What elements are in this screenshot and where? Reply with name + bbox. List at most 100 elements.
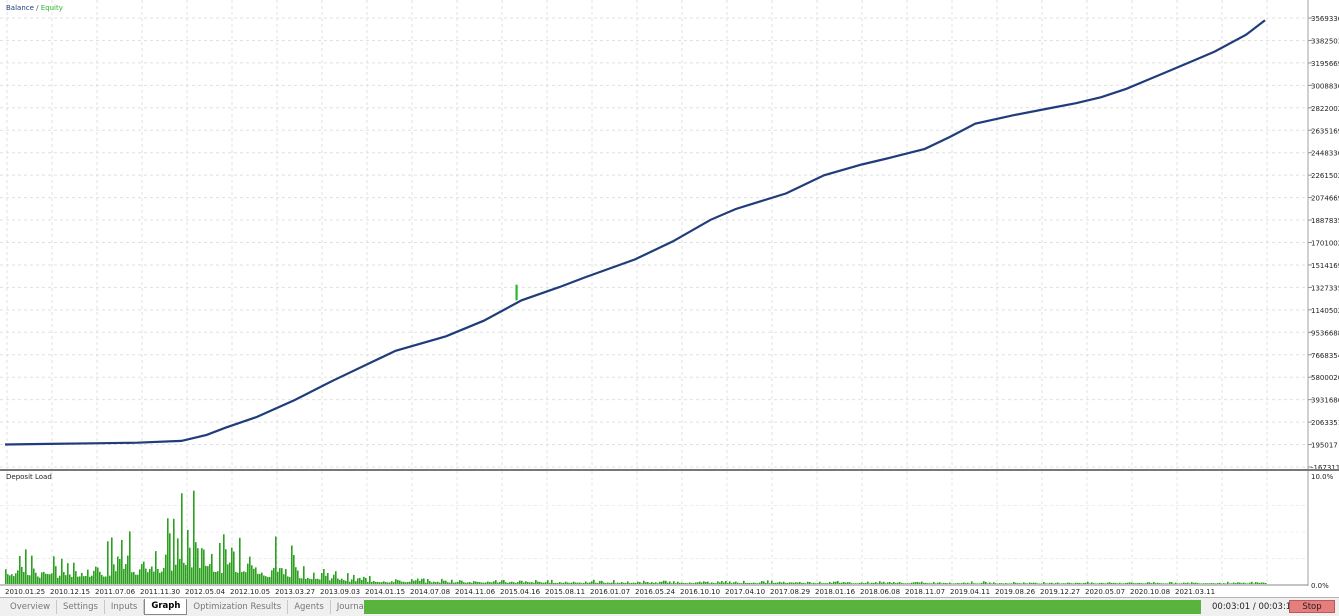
deposit-bar (1035, 582, 1037, 584)
deposit-bar (719, 582, 721, 584)
deposit-bar (293, 555, 295, 584)
deposit-bar (1221, 583, 1223, 585)
deposit-bar (709, 583, 711, 584)
deposit-bar (1159, 583, 1161, 584)
deposit-bar (1001, 583, 1003, 584)
deposit-load-chart[interactable]: 10.0% 0.0% 2010.01.25 2010.12.15 2011.07.0… (0, 471, 1339, 597)
deposit-bar (1171, 582, 1173, 584)
deposit-bar (621, 582, 623, 584)
deposit-bar (235, 572, 237, 584)
deposit-bar (103, 576, 105, 584)
tab-agents[interactable]: Agents (288, 600, 331, 614)
deposit-bar (43, 571, 45, 584)
deposit-bar (985, 581, 987, 584)
deposit-bar (615, 583, 617, 584)
deposit-bar (449, 582, 451, 584)
deposit-bar (503, 580, 505, 584)
deposit-bar (1243, 582, 1245, 584)
deposit-bar (133, 572, 135, 584)
deposit-bar (607, 582, 609, 584)
deposit-bar (17, 570, 19, 584)
deposit-bar (501, 580, 503, 584)
deposit-bar (1009, 583, 1011, 584)
x-tick-label: 2013.09.03 (320, 588, 360, 596)
deposit-bar (937, 582, 939, 584)
deposit-bar (1007, 583, 1009, 585)
stop-button[interactable]: Stop (1289, 600, 1335, 613)
deposit-bar (1033, 582, 1035, 584)
deposit-bar (1215, 583, 1217, 585)
tab-optimization-results[interactable]: Optimization Results (187, 600, 289, 614)
deposit-bar (627, 581, 629, 584)
deposit-bar (95, 566, 97, 584)
deposit-bar (195, 542, 197, 584)
deposit-bar (123, 568, 125, 584)
deposit-bar (85, 576, 87, 584)
deposit-bar (619, 582, 621, 584)
deposit-bar (629, 583, 631, 584)
deposit-bar (187, 529, 189, 584)
deposit-bar (193, 490, 195, 584)
deposit-bar (1247, 583, 1249, 584)
deposit-bar (371, 581, 373, 584)
deposit-bar (271, 570, 273, 584)
deposit-bar (517, 582, 519, 584)
tab-settings[interactable]: Settings (57, 600, 105, 614)
deposit-bar (253, 568, 255, 584)
deposit-bar (749, 583, 751, 584)
deposit-bar (395, 579, 397, 584)
deposit-bar (1207, 583, 1209, 584)
deposit-bar (913, 582, 915, 584)
tester-tabs: Overview Settings Inputs Graph Optimizat… (4, 598, 372, 616)
tab-overview[interactable]: Overview (4, 600, 58, 614)
deposit-bar (727, 582, 729, 584)
deposit-bar (715, 583, 717, 584)
deposit-bar (821, 583, 823, 584)
deposit-bar (929, 583, 931, 584)
deposit-bar (597, 583, 599, 584)
deposit-bar (851, 583, 853, 584)
deposit-bar (847, 582, 849, 584)
deposit-bar (1019, 583, 1021, 584)
y-tick-label: 31956696 (1311, 60, 1339, 68)
deposit-bar (747, 583, 749, 584)
deposit-bar (1023, 582, 1025, 584)
deposit-bar (975, 583, 977, 584)
deposit-bar (387, 582, 389, 584)
deposit-bar (981, 582, 983, 584)
deposit-bar (125, 564, 127, 584)
deposit-bar (949, 582, 951, 584)
tab-graph[interactable]: Graph (144, 599, 188, 615)
deposit-bar (359, 577, 361, 584)
deposit-bar (101, 574, 103, 584)
deposit-bar (553, 583, 555, 584)
deposit-bar (1051, 582, 1053, 584)
y-axis: 35693364 33825030 31956696 30088362 28220028… (1308, 15, 1339, 471)
y-tick-label: 11405022 (1311, 307, 1339, 315)
deposit-bar (907, 583, 909, 584)
deposit-bar (691, 583, 693, 584)
deposit-bar (365, 577, 367, 584)
deposit-bar (505, 582, 507, 584)
deposit-bar (671, 583, 673, 584)
deposit-bar (229, 562, 231, 584)
tab-inputs[interactable]: Inputs (105, 600, 145, 614)
balance-equity-chart[interactable]: 35693364 33825030 31956696 30088362 28220028… (0, 0, 1339, 471)
deposit-bar (443, 580, 445, 584)
deposit-bar (865, 582, 867, 584)
deposit-bar (1041, 583, 1043, 584)
deposit-bar (99, 571, 101, 584)
deposit-bar (265, 576, 267, 584)
deposit-bar (139, 569, 141, 584)
deposit-bar (1245, 583, 1247, 584)
deposit-bar (745, 583, 747, 584)
deposit-bar (1081, 583, 1083, 584)
deposit-bar (97, 567, 99, 584)
deposit-bar (453, 582, 455, 584)
deposit-bar (955, 583, 957, 584)
legend-balance: Balance (6, 4, 34, 12)
deposit-bar (457, 582, 459, 584)
deposit-bar (1093, 583, 1095, 584)
deposit-bar (979, 583, 981, 584)
deposit-bar (411, 579, 413, 584)
